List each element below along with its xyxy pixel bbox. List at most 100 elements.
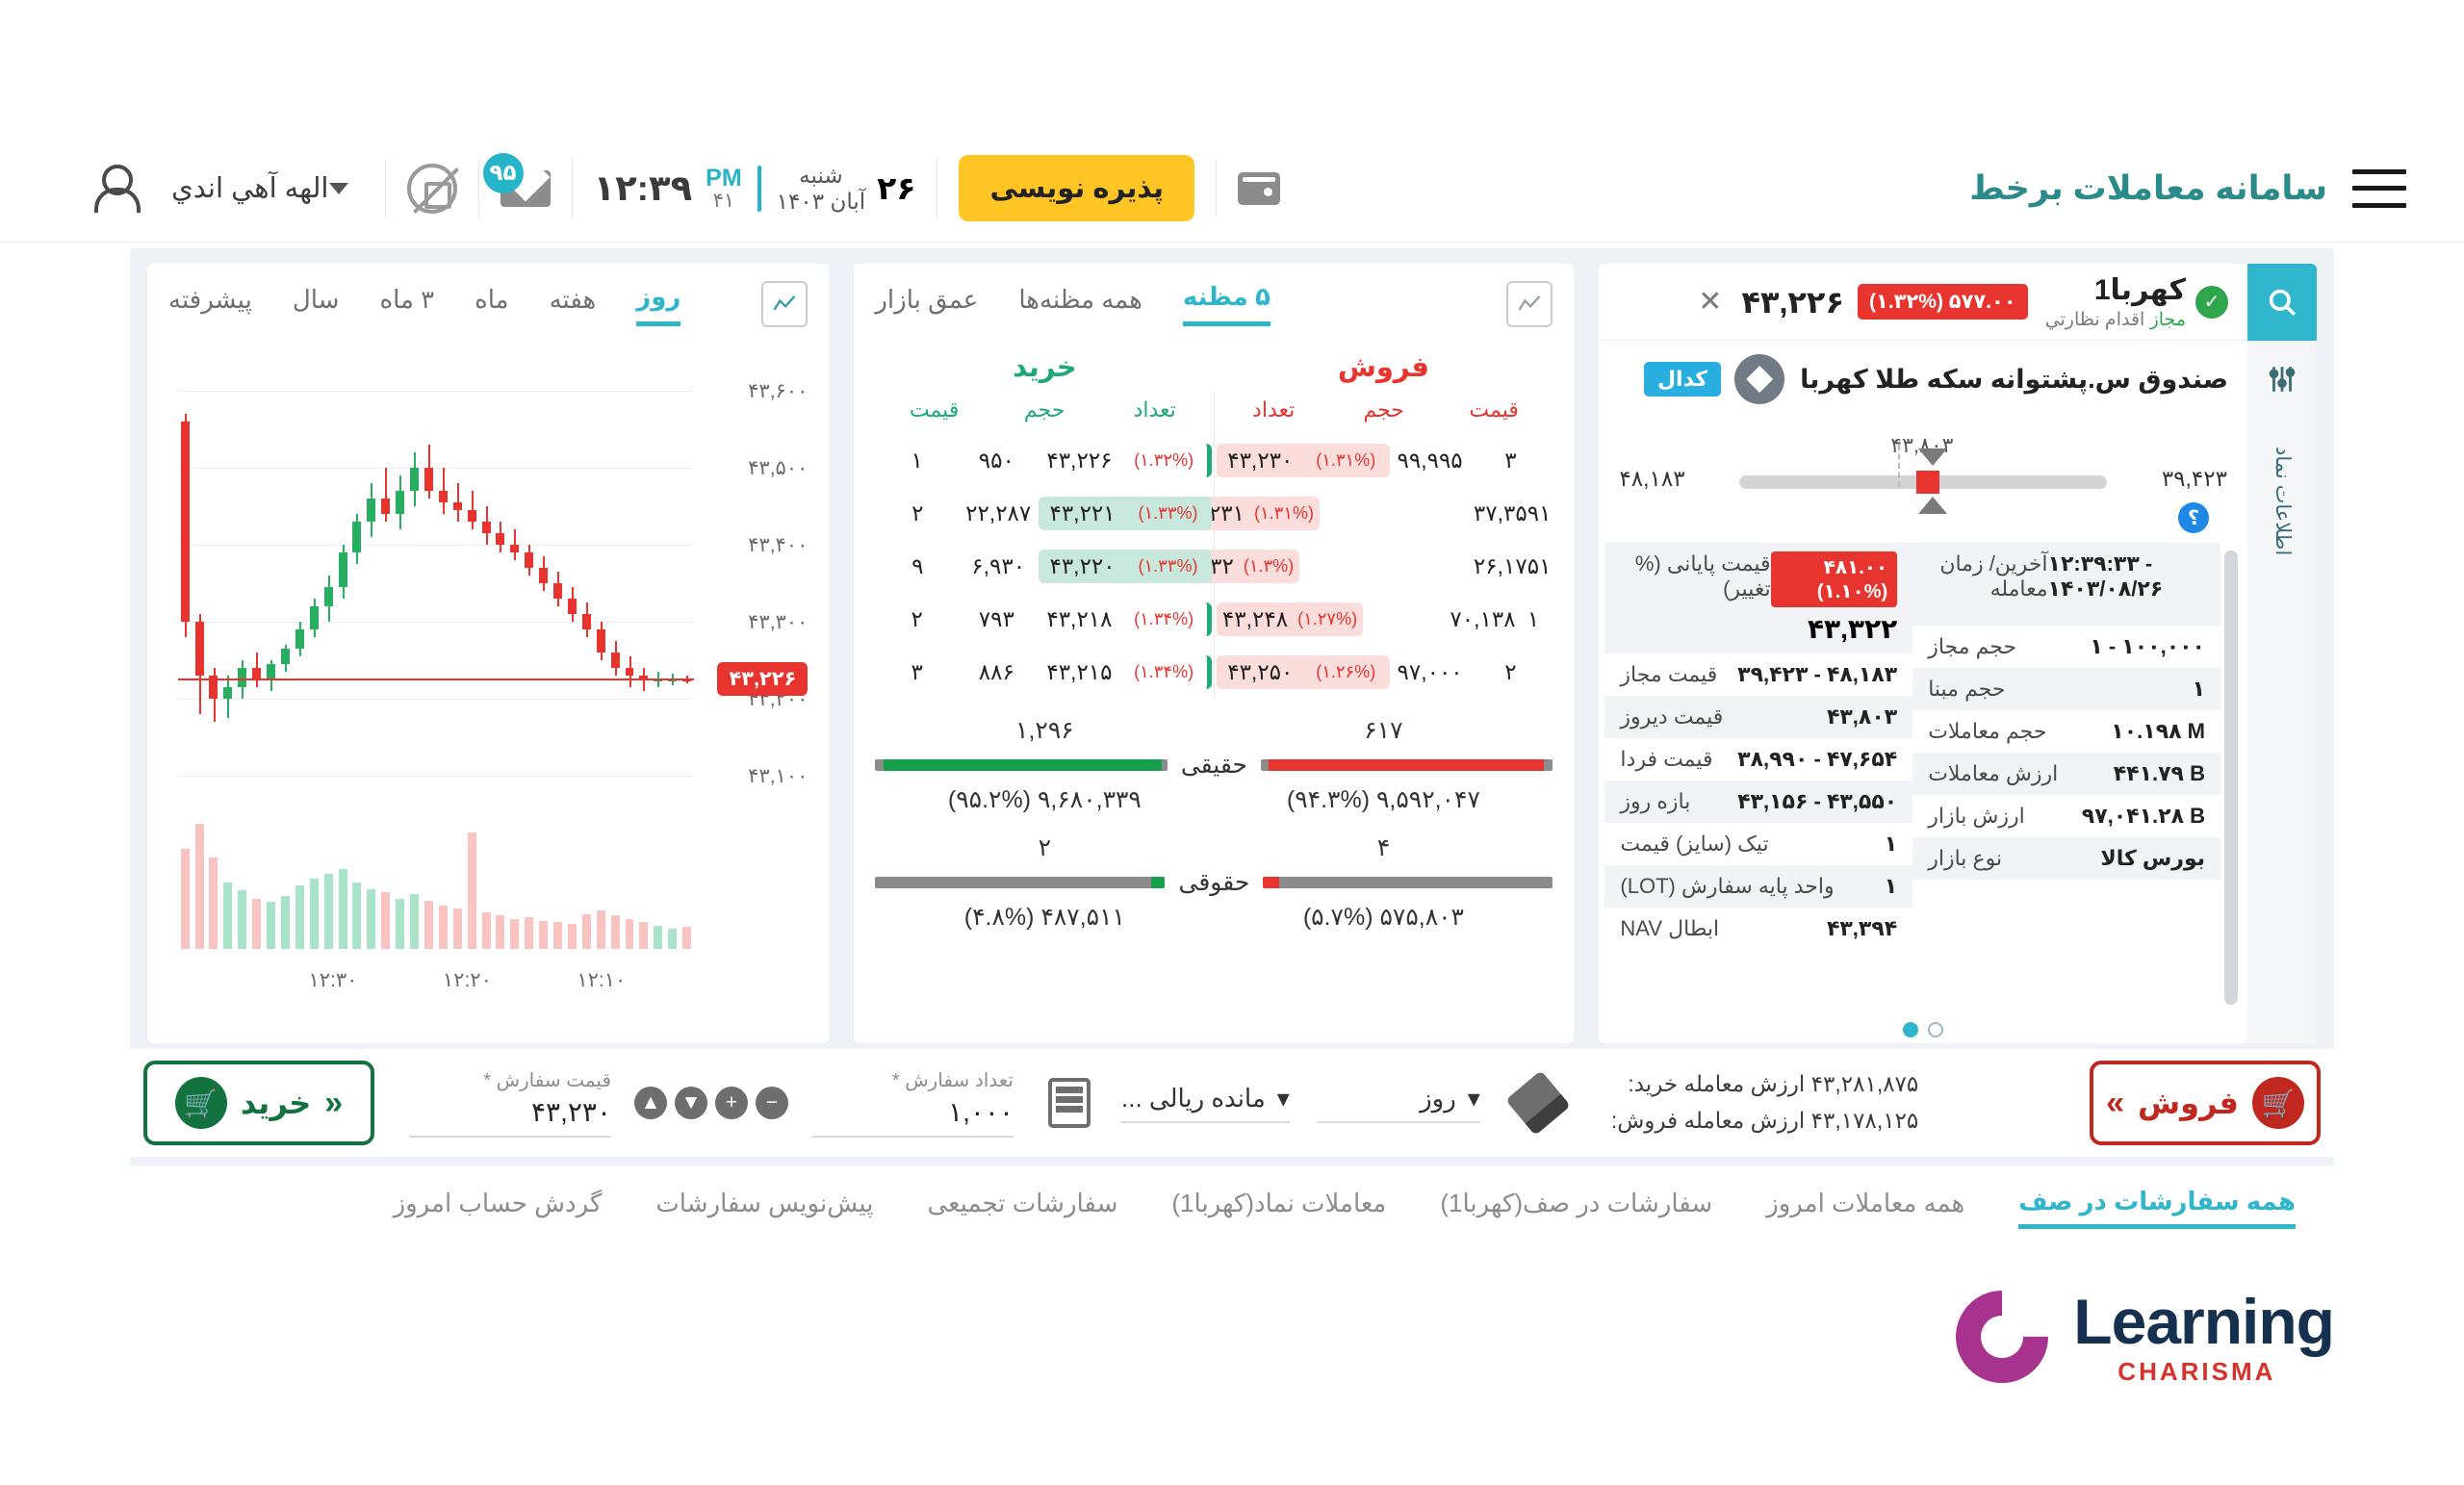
chart-tab[interactable]: روز bbox=[636, 282, 681, 326]
volume-bar bbox=[194, 824, 204, 949]
order-book-row[interactable]: (۱.۳۴%) ۴۳,۲۱۸ ۷۹۳ ۲ bbox=[875, 593, 1214, 646]
search-icon[interactable] bbox=[2247, 264, 2317, 341]
candle-body bbox=[381, 499, 391, 514]
buy-headers: تعداد حجم قیمت bbox=[875, 392, 1214, 434]
balance-select[interactable]: ▾ مانده ریالی ... bbox=[1121, 1084, 1290, 1123]
eraser-icon[interactable] bbox=[1505, 1070, 1571, 1136]
messages-button[interactable]: ۹۵ bbox=[482, 152, 551, 207]
sell-trade-value-label: ارزش معامله فروش: bbox=[1610, 1108, 1806, 1133]
plus-icon[interactable]: + bbox=[715, 1087, 748, 1119]
price-stepper[interactable]: − + ▼ ▲ bbox=[634, 1087, 788, 1119]
price-input[interactable]: ۴۳,۲۳۰ bbox=[409, 1096, 611, 1138]
volume-bar bbox=[481, 911, 491, 949]
order-price: ۴۳,۲۵۰ bbox=[1227, 659, 1294, 684]
mini-chart-icon[interactable] bbox=[1506, 281, 1553, 327]
sell-headers: قیمت حجم تعداد bbox=[1215, 392, 1553, 434]
clock: ۱۲:۳۹ bbox=[593, 168, 693, 208]
symbol-details: ۱۲:۳۹:۳۳ - ۱۴۰۳/۰۸/۲۶ آخرین/ زمان معامله ۱… bbox=[1599, 543, 2247, 1012]
price-range-slider[interactable]: ۴۳,۸۰۳ ۳۹,۴۲۳ ۴۸,۱۸۳ ؟ bbox=[1599, 410, 2247, 543]
arrow-up-icon[interactable]: ▲ bbox=[634, 1087, 667, 1119]
pagination-dots[interactable] bbox=[1599, 1012, 2247, 1043]
chart-tab[interactable]: ۳ ماه bbox=[379, 285, 434, 324]
volume-bar bbox=[610, 915, 620, 949]
calculator-icon[interactable] bbox=[1048, 1078, 1091, 1128]
line-chart-icon[interactable] bbox=[761, 281, 808, 327]
change-percent: (۱.۳۲%) bbox=[1134, 450, 1194, 470]
order-book-row[interactable]: (۱.۳۳%) ۴۳,۲۲۱ ۲۲,۲۸۷ ۲ bbox=[875, 487, 1214, 540]
sell-button[interactable]: 🛒 فروش » bbox=[2090, 1061, 2321, 1145]
logo-subtitle: CHARISMA bbox=[2118, 1357, 2276, 1386]
quantity-input[interactable]: ۱,۰۰۰ bbox=[811, 1096, 1014, 1138]
scrollbar[interactable] bbox=[2224, 550, 2238, 1005]
change-percent: (۱.۲۷%) bbox=[1297, 609, 1358, 628]
close-price-value: ۴۳,۳۲۲ bbox=[1807, 614, 1898, 644]
real-label: حقیقی bbox=[1180, 752, 1247, 779]
user-avatar-icon[interactable] bbox=[96, 165, 139, 213]
chart-plot[interactable]: ۴۳,۲۲۶ bbox=[178, 352, 808, 949]
volume-bar bbox=[581, 913, 591, 949]
arrow-down-icon[interactable]: ▼ bbox=[675, 1087, 707, 1119]
hamburger-icon[interactable] bbox=[2352, 168, 2406, 208]
minus-icon[interactable]: − bbox=[756, 1087, 788, 1119]
bottom-tab[interactable]: همه معاملات امروز bbox=[1766, 1189, 1964, 1226]
bottom-tab[interactable]: سفارشات در صف(کهربا1) bbox=[1440, 1189, 1712, 1226]
chart-tab[interactable]: هفته bbox=[550, 285, 597, 324]
order-book-row[interactable]: ۳ ۹۹,۹۹۵ (۱.۳۱%) ۴۳,۲۳۰ bbox=[1215, 434, 1553, 487]
chart-area[interactable]: ۴۳,۶۰۰ ۴۳,۵۰۰ ۴۳,۴۰۰ ۴۳,۳۰۰ ۴۳,۲۰۰ ۴۳,۱۰۰ ۴۳,… bbox=[168, 352, 808, 1026]
disconnected-plug-icon[interactable] bbox=[406, 163, 457, 214]
quantity-field[interactable]: تعداد سفارش * ۱,۰۰۰ bbox=[811, 1068, 1014, 1138]
price-label: قیمت سفارش * bbox=[483, 1070, 611, 1091]
order-volume: ۹۹,۹۹۵ bbox=[1397, 448, 1463, 473]
candle-body bbox=[452, 502, 462, 510]
detail-row: ۱ - ۱۰۰,۰۰۰ حجم مجاز bbox=[1912, 626, 2220, 668]
subscription-button[interactable]: پذیره نویسی bbox=[959, 155, 1195, 221]
symbol-rail-label[interactable]: اطلاعات نماد bbox=[2271, 418, 2294, 555]
order-count: ۱ bbox=[1539, 500, 1552, 525]
order-book-row[interactable]: ۱۲۶,۱۷۵(۱.۳%)۴۳,۲۳۲ bbox=[1162, 540, 1553, 593]
bottom-tab[interactable]: همه سفارشات در صف bbox=[2018, 1187, 2296, 1229]
bottom-tab[interactable]: سفارشات تجمیعی bbox=[927, 1189, 1117, 1226]
slider-caret-down-icon bbox=[1917, 497, 1947, 514]
chart-tab[interactable]: ماه bbox=[475, 285, 508, 324]
detail-row: ۴۴۱.۷۹ B ارزش معاملات bbox=[1912, 753, 2220, 795]
bottom-tab[interactable]: پیش‌نویس سفارشات bbox=[655, 1189, 873, 1226]
candle-body bbox=[410, 468, 419, 491]
gridline bbox=[178, 776, 695, 777]
order-book-tab[interactable]: ۵ مظنه bbox=[1182, 282, 1270, 326]
volume-bar bbox=[596, 910, 605, 949]
chart-tab[interactable]: پیشرفته bbox=[168, 285, 252, 324]
order-book-tab[interactable]: همه مظنه‌ها bbox=[1018, 285, 1142, 324]
order-book-row[interactable]: ۱ ۷۰,۱۳۸ (۱.۲۷%) ۴۳,۲۴۸ bbox=[1215, 593, 1553, 646]
detail-label: نوع بازار bbox=[1928, 846, 2003, 870]
pagination-dot[interactable] bbox=[1928, 1022, 1944, 1037]
change-percent: (۱.۳۱%) bbox=[1254, 503, 1315, 523]
validity-select[interactable]: ▾ روز bbox=[1316, 1084, 1480, 1123]
bottom-tab[interactable]: معاملات نماد(کهربا1) bbox=[1171, 1189, 1386, 1226]
order-book-row[interactable]: (۱.۳۴%) ۴۳,۲۱۵ ۸۸۶ ۳ bbox=[875, 646, 1214, 699]
order-book-row[interactable]: (۱.۳۳%) ۴۳,۲۲۰ ۶,۹۳۰ ۹ bbox=[875, 540, 1214, 593]
detail-row: ۴۳,۱۵۶ - ۴۳,۵۵۰ بازه روز bbox=[1604, 781, 1913, 823]
codal-tag[interactable]: کدال bbox=[1643, 362, 1722, 397]
slider-track[interactable]: ۳۹,۴۲۳ ۴۸,۱۸۳ bbox=[1619, 445, 2227, 514]
sliders-icon[interactable] bbox=[2247, 341, 2317, 418]
order-book-tab[interactable]: عمق بازار bbox=[875, 285, 978, 324]
slider-thumb[interactable] bbox=[1915, 471, 1939, 494]
order-price: ۴۳,۲۲۱ bbox=[1049, 500, 1116, 525]
change-percent: (۱.۳۳%) bbox=[1138, 503, 1198, 523]
price-field[interactable]: قیمت سفارش * ۴۳,۲۳۰ bbox=[409, 1068, 611, 1138]
chart-tab[interactable]: سال bbox=[293, 285, 340, 324]
wallet-button[interactable] bbox=[1238, 171, 1281, 205]
close-icon[interactable]: ✕ bbox=[1698, 285, 1722, 319]
buy-button[interactable]: « خرید 🛒 bbox=[143, 1061, 374, 1145]
price-cell: (۱.۳۲%) ۴۳,۲۲۶ bbox=[1037, 444, 1212, 477]
user-menu[interactable]: الهه آهي اندي bbox=[171, 171, 364, 205]
candle-body bbox=[223, 687, 233, 699]
order-book-row[interactable]: (۱.۳۲%) ۴۳,۲۲۶ ۹۵۰ ۱ bbox=[875, 434, 1214, 487]
pagination-dot-active[interactable] bbox=[1903, 1022, 1919, 1037]
order-book-row[interactable]: ۱ ۳۷,۳۵۹ (۱.۳۱%) ۴۳,۲۳۱ bbox=[1172, 487, 1553, 540]
question-mark-icon[interactable]: ؟ bbox=[2178, 502, 2209, 533]
bottom-tab[interactable]: گردش حساب امروز bbox=[394, 1189, 603, 1226]
candle-body bbox=[567, 599, 577, 614]
balance-select-value: مانده ریالی ... bbox=[1121, 1083, 1266, 1113]
order-book-row[interactable]: ۲ ۹۷,۰۰۰ (۱.۲۶%) ۴۳,۲۵۰ bbox=[1215, 646, 1553, 699]
